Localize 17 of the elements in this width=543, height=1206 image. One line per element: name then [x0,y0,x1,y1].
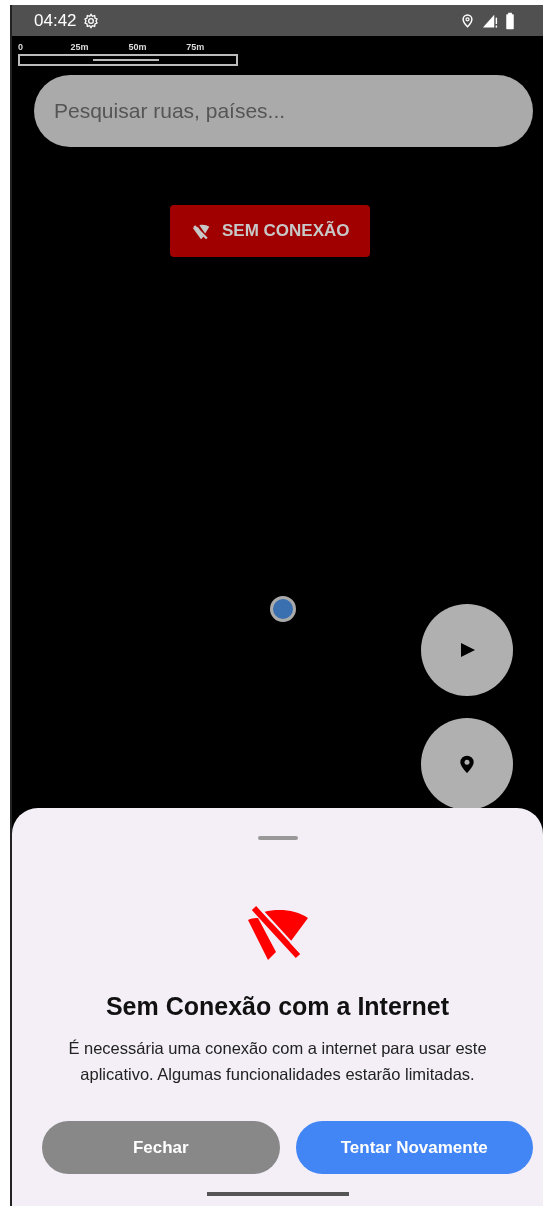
scale-label: 0 [18,42,24,54]
scale-label: 50m [128,42,148,54]
location-dot [270,596,296,622]
battery-icon [505,11,515,30]
search-field[interactable]: Pesquisar ruas, países... [34,75,533,147]
wifi-off-icon [245,906,310,962]
drag-handle[interactable] [257,836,298,840]
clock-time: 04:42 [34,10,77,31]
offline-label: SEM CONEXÃO [222,221,350,241]
scale-label: 75m [186,42,206,54]
close-button[interactable]: Fechar [42,1121,280,1174]
location-pin-icon [460,12,475,29]
settings-icon [82,12,99,29]
retry-button[interactable]: Tentar Novamente [295,1121,533,1174]
scale-label: 25m [70,42,90,54]
sheet-title: Sem Conexão com a Internet [105,992,450,1021]
sheet-message: É necessária uma conexão com a internet para usar este aplicativo. Algumas funcionalidades estarão limitadas. [67,1038,488,1085]
